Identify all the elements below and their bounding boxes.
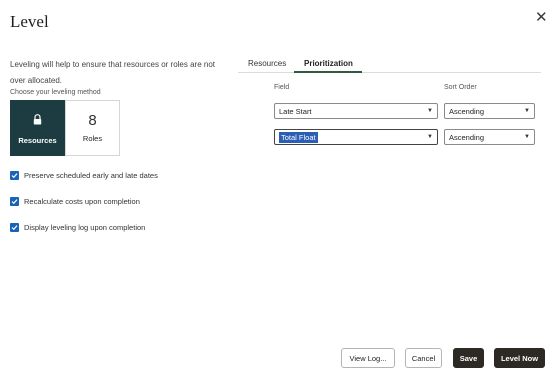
option-label: Display leveling log upon completion	[24, 223, 146, 232]
method-roles-label: Roles	[82, 133, 103, 143]
active-tab-underline	[294, 71, 362, 73]
level-now-button[interactable]: Level Now	[494, 348, 545, 368]
method-resources-label: Resources	[18, 135, 57, 145]
save-button[interactable]: Save	[453, 348, 484, 368]
option-display-log[interactable]: Display leveling log upon completion	[10, 223, 145, 232]
option-label: Recalculate costs upon completion	[24, 197, 140, 206]
tab-prioritization[interactable]: Prioritization	[304, 59, 353, 68]
tab-bar: Resources Prioritization	[238, 57, 541, 73]
lock-icon	[33, 112, 42, 130]
field-column-header: Field	[274, 84, 290, 91]
field-select-value: Late Start	[279, 106, 312, 116]
option-label: Preserve scheduled early and late dates	[24, 171, 158, 180]
checkbox-checked-icon[interactable]	[10, 171, 19, 180]
method-resources-button[interactable]: Resources	[10, 100, 65, 156]
cancel-button[interactable]: Cancel	[405, 348, 442, 368]
checkbox-checked-icon[interactable]	[10, 197, 19, 206]
caret-down-icon: ▼	[524, 134, 530, 140]
checkbox-checked-icon[interactable]	[10, 223, 19, 232]
option-preserve-dates[interactable]: Preserve scheduled early and late dates	[10, 171, 158, 180]
method-roles-button[interactable]: 8 Roles	[65, 100, 120, 156]
figure-eight-icon: 8	[88, 111, 97, 129]
sort-select-value: Ascending	[449, 132, 485, 142]
tab-resources[interactable]: Resources	[248, 59, 286, 68]
view-log-button[interactable]: View Log...	[341, 348, 395, 368]
close-icon[interactable]: ✕	[535, 10, 548, 25]
sort-select-2[interactable]: Ascending ▼	[444, 129, 535, 145]
leveling-description: Leveling will help to ensure that resour…	[10, 60, 215, 85]
field-select-2[interactable]: Total Float ▼	[274, 129, 438, 145]
sort-select-value: Ascending	[449, 106, 485, 116]
leveling-method-label: Choose your leveling method	[10, 89, 101, 96]
dialog-title: Level	[10, 12, 49, 31]
option-recalculate-costs[interactable]: Recalculate costs upon completion	[10, 197, 140, 206]
field-select-value: Total Float	[279, 131, 318, 143]
caret-down-icon: ▼	[427, 108, 433, 114]
caret-down-icon: ▼	[524, 108, 530, 114]
field-select-1[interactable]: Late Start ▼	[274, 103, 438, 119]
sort-order-column-header: Sort Order	[444, 84, 477, 91]
sort-select-1[interactable]: Ascending ▼	[444, 103, 535, 119]
caret-down-icon: ▼	[427, 134, 433, 140]
